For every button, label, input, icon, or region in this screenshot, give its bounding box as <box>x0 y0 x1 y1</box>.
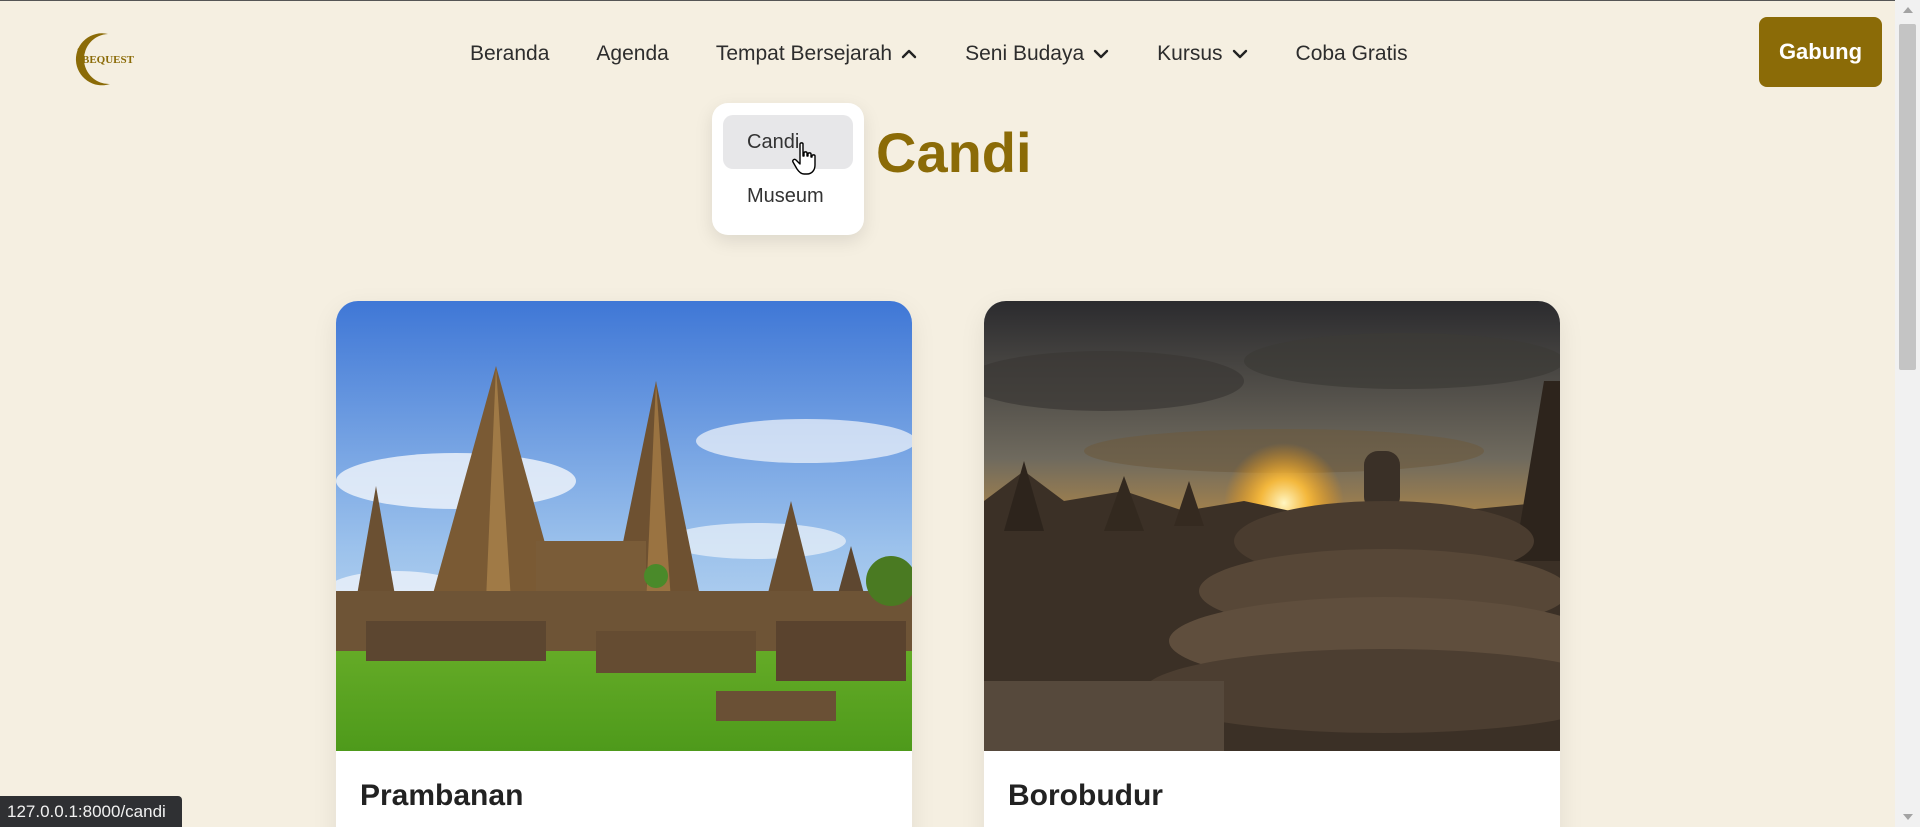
scroll-down-arrow-icon[interactable] <box>1895 807 1920 827</box>
scroll-thumb[interactable] <box>1899 24 1916 370</box>
dropdown-item-candi[interactable]: Candi <box>723 115 853 169</box>
card-borobudur[interactable]: Borobudur <box>984 301 1560 827</box>
nav-beranda[interactable]: Beranda <box>470 42 549 66</box>
nav-coba-gratis[interactable]: Coba Gratis <box>1296 42 1408 66</box>
dropdown-item-museum[interactable]: Museum <box>723 169 853 223</box>
nav-agenda[interactable]: Agenda <box>596 42 668 66</box>
status-bar-url: 127.0.0.1:8000/candi <box>0 796 182 827</box>
card-prambanan[interactable]: Prambanan <box>336 301 912 827</box>
main-nav: Beranda Agenda Tempat Bersejarah Seni Bu… <box>470 32 1455 76</box>
nav-seni-budaya[interactable]: Seni Budaya <box>965 42 1110 66</box>
borobudur-image <box>984 301 1560 751</box>
logo-text: BEQUEST <box>82 54 135 66</box>
scroll-up-arrow-icon[interactable] <box>1895 0 1920 20</box>
nav-label: Tempat Bersejarah <box>715 42 893 65</box>
tempat-bersejarah-dropdown: Candi Museum <box>712 103 864 235</box>
card-title: Prambanan <box>360 779 524 812</box>
nav-tempat-bersejarah[interactable]: Tempat Bersejarah <box>716 42 918 66</box>
bequest-logo[interactable]: BEQUEST <box>70 30 136 88</box>
chevron-down-icon <box>1232 49 1247 59</box>
chevron-up-icon <box>901 49 917 59</box>
card-title: Borobudur <box>1008 779 1163 812</box>
join-button[interactable]: Gabung <box>1759 17 1882 87</box>
nav-kursus[interactable]: Kursus <box>1157 42 1248 66</box>
nav-label: Kursus <box>1157 42 1223 65</box>
page-title: Candi <box>876 121 1032 184</box>
prambanan-image <box>336 301 912 751</box>
page-scrollbar[interactable] <box>1895 0 1920 827</box>
nav-label: Coba Gratis <box>1295 42 1408 65</box>
window-top-border <box>0 0 1920 1</box>
nav-label: Beranda <box>470 42 550 65</box>
nav-label: Seni Budaya <box>965 42 1085 65</box>
nav-label: Agenda <box>596 42 669 65</box>
chevron-down-icon <box>1093 49 1109 59</box>
hand-pointer-icon <box>792 142 816 175</box>
